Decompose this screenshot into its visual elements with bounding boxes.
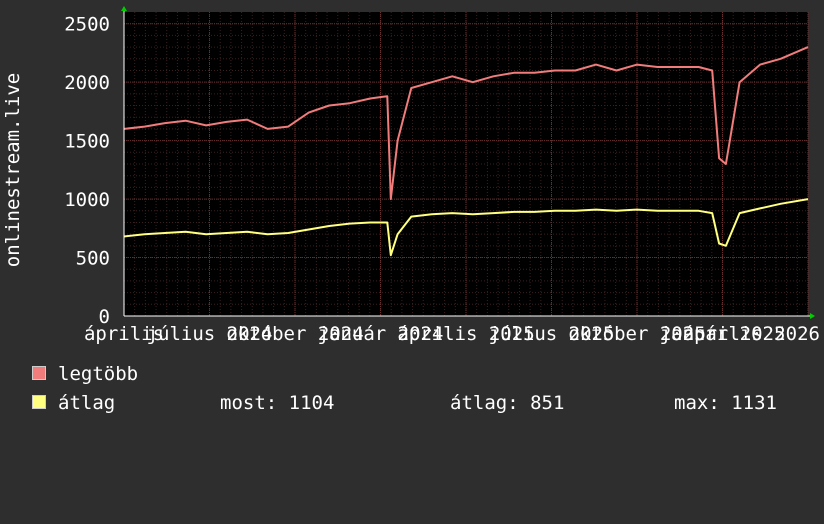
legend-avg: átlag most: 1104 átlag: 851 max: 1131 [32, 392, 812, 524]
legend-label-avg: átlag [58, 392, 116, 414]
y-tick-label: 1500 [64, 131, 110, 153]
legend-swatch-avg [32, 395, 46, 409]
y-tick-label: 500 [76, 248, 110, 270]
x-tick-label: április 2026 [683, 323, 820, 345]
stat-max: max: 1131 [674, 392, 777, 414]
y-tick-label: 2000 [64, 72, 110, 94]
legend-label-max: legtöbb [58, 363, 139, 385]
stat-avg: átlag: 851 [450, 392, 565, 414]
legend-swatch-max [32, 366, 46, 380]
x-axis-arrow [810, 313, 815, 319]
y-axis-label: onlinestream.live [2, 73, 24, 267]
y-tick-label: 1000 [64, 189, 110, 211]
y-axis-arrow [121, 6, 127, 11]
stat-now: most: 1104 [220, 392, 335, 414]
y-tick-label: 2500 [64, 14, 110, 36]
